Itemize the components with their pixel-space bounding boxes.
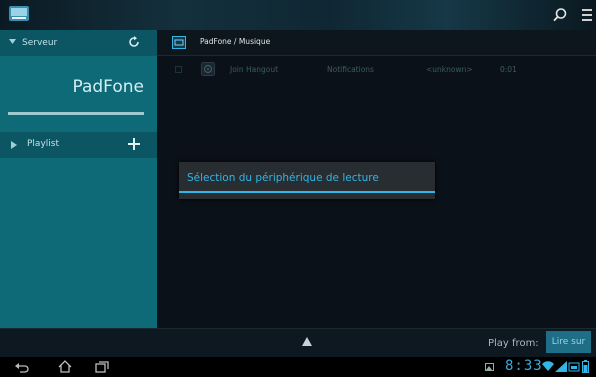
action-bar [0,0,596,30]
clock[interactable]: 8:33 [505,358,543,374]
play-from-label: Play from: [488,338,539,349]
caret-right-icon [11,141,17,149]
track-duration: 0:01 [500,65,517,74]
signal-icon [555,361,567,372]
notification-icon [568,362,580,372]
play-on-button[interactable]: Lire sur [546,331,591,353]
server-label: Serveur [22,38,58,48]
app-icon[interactable] [8,4,30,24]
music-track-icon [201,62,215,76]
device-progress-divider [8,112,144,115]
wifi-icon [542,361,554,371]
add-icon[interactable] [128,138,140,150]
track-title: Join Hangout [230,65,279,74]
search-icon[interactable] [552,7,568,23]
list-item[interactable] [157,57,596,81]
dialog-title-divider [179,191,435,193]
recent-apps-icon[interactable] [95,361,109,373]
battery-icon [582,360,589,373]
folder-icon[interactable] [172,36,186,49]
track-artist: <unknown> [426,65,473,74]
home-icon[interactable] [58,360,72,373]
row-checkbox[interactable] [175,66,182,73]
refresh-icon[interactable] [128,36,140,48]
track-category: Notifications [327,65,374,74]
caret-down-icon [9,39,16,44]
overflow-menu-icon[interactable] [580,6,594,24]
device-name[interactable]: PadFone [8,77,144,97]
dialog-title: Sélection du périphérique de lecture [187,172,379,184]
back-icon[interactable] [15,362,29,373]
breadcrumb[interactable]: PadFone / Musique [200,37,270,46]
gallery-notification-icon[interactable] [485,363,494,371]
sidebar [0,30,157,328]
playlist-label: Playlist [27,139,59,149]
expand-up-icon[interactable] [302,337,312,346]
